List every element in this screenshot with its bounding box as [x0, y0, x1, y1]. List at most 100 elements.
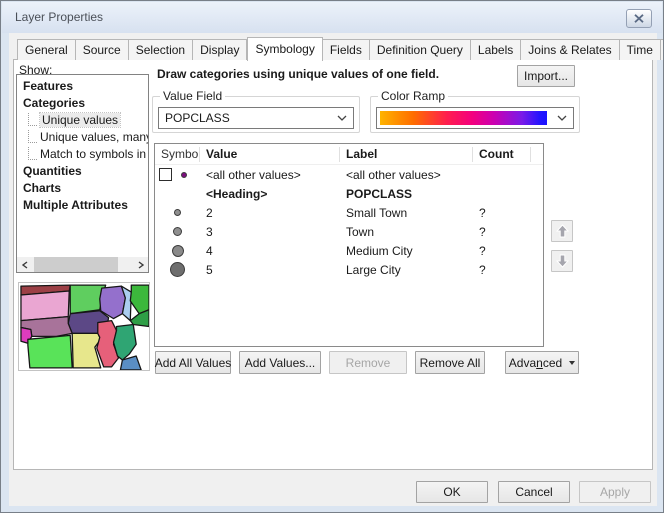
tree-item-categories[interactable]: Categories [17, 95, 148, 112]
table-row[interactable]: 5Large City? [155, 260, 543, 279]
arrow-down-icon [556, 254, 569, 268]
table-row[interactable]: 3Town? [155, 222, 543, 241]
map-state-yellow [72, 333, 101, 367]
import-button[interactable]: Import... [517, 65, 575, 87]
point-symbol-icon [170, 262, 185, 277]
show-tree: Features Categories Unique values Unique va… [17, 78, 148, 214]
tree-item-label: Charts [23, 181, 61, 195]
tab-source[interactable]: Source [76, 39, 129, 60]
tab-joins-relates[interactable]: Joins & Relates [521, 39, 619, 60]
tree-item-label: Categories [23, 96, 85, 110]
close-icon [634, 14, 644, 23]
horizontal-scrollbar[interactable] [17, 257, 148, 272]
value-cell: <all other values> [200, 168, 340, 182]
advanced-button[interactable]: Advanced [505, 351, 579, 374]
tree-item-match-to-symbols-in-a[interactable]: Match to symbols in a [17, 146, 148, 163]
label-cell: Large City [340, 263, 473, 277]
point-symbol-icon [181, 172, 187, 178]
symbol-cell[interactable] [155, 227, 200, 236]
count-cell: ? [473, 263, 531, 277]
ok-button[interactable]: OK [416, 481, 488, 503]
window-title: Layer Properties [15, 10, 103, 24]
tab-definition-query[interactable]: Definition Query [370, 39, 471, 60]
table-row[interactable]: <Heading>POPCLASS [155, 184, 543, 203]
tree-item-label: Quantities [23, 164, 82, 178]
point-symbol-icon [172, 245, 184, 257]
advanced-label-accel: n [536, 356, 543, 370]
value-field-selected-value: POPCLASS [159, 111, 331, 125]
table-row[interactable]: 2Small Town? [155, 203, 543, 222]
count-cell: ? [473, 206, 531, 220]
tab-time[interactable]: Time [620, 39, 661, 60]
tree-item-charts[interactable]: Charts [17, 180, 148, 197]
chevron-down-icon [331, 115, 353, 121]
tree-item-quantities[interactable]: Quantities [17, 163, 148, 180]
symbology-map-preview [18, 282, 150, 371]
add-values-button[interactable]: Add Values... [239, 351, 321, 374]
label-cell: Town [340, 225, 473, 239]
color-ramp-dropdown[interactable] [376, 107, 574, 129]
map-state-teal [114, 325, 137, 360]
add-all-values-button[interactable]: Add All Values [155, 351, 231, 374]
tab-symbology[interactable]: Symbology [247, 37, 322, 61]
arrow-up-icon [556, 224, 569, 238]
scroll-right-icon[interactable] [133, 257, 148, 272]
advanced-label-pre: Adva [509, 356, 536, 370]
tab-selection[interactable]: Selection [129, 39, 193, 60]
remove-all-button[interactable]: Remove All [415, 351, 485, 374]
move-up-button [551, 220, 573, 242]
value-cell: 4 [200, 244, 340, 258]
symbol-cell[interactable] [155, 262, 200, 277]
visibility-checkbox[interactable] [159, 168, 172, 181]
cancel-button[interactable]: Cancel [498, 481, 570, 503]
point-symbol-icon [173, 227, 182, 236]
tree-connector-icon [28, 113, 37, 126]
tree-item-multiple-attributes[interactable]: Multiple Attributes [17, 197, 148, 214]
tree-item-unique-values[interactable]: Unique values [17, 112, 148, 129]
column-header-symbol: Symbol [155, 147, 200, 162]
tree-item-label: Unique values [40, 113, 120, 127]
symbology-tab-page: Show: FeaturesCategoriesUnique valuesUni… [13, 59, 653, 470]
symbol-cell[interactable] [155, 245, 200, 257]
tree-item-unique-values-many[interactable]: Unique values, many [17, 129, 148, 146]
label-cell: POPCLASS [340, 187, 473, 201]
dialog-client-area: Show: FeaturesCategoriesUnique valuesUni… [9, 33, 657, 506]
dropdown-arrow-icon [569, 361, 575, 365]
tab-fields[interactable]: Fields [323, 39, 370, 60]
show-tree-listbox: Features Categories Unique values Unique va… [16, 74, 149, 273]
close-button[interactable] [626, 9, 652, 28]
map-state-spring-green [28, 335, 72, 368]
move-down-button [551, 250, 573, 272]
tab-general[interactable]: General [17, 39, 76, 60]
tree-item-features[interactable]: Features [17, 78, 148, 95]
symbol-cell[interactable] [155, 209, 200, 216]
count-cell: ? [473, 244, 531, 258]
remove-button: Remove [329, 351, 407, 374]
scroll-left-icon[interactable] [17, 257, 32, 272]
table-row[interactable]: <all other values><all other values> [155, 165, 543, 184]
symbology-method-heading: Draw categories using unique values of o… [157, 67, 439, 81]
value-cell: 3 [200, 225, 340, 239]
value-cell: 5 [200, 263, 340, 277]
tree-connector-icon [28, 130, 37, 143]
tab-display[interactable]: Display [193, 39, 247, 60]
tab-labels[interactable]: Labels [471, 39, 521, 60]
tree-item-label: Features [23, 79, 73, 93]
title-bar[interactable]: Layer Properties [2, 2, 662, 33]
column-header-count: Count [473, 147, 531, 162]
map-state-pink [21, 291, 69, 321]
advanced-label-post: ced [543, 356, 562, 370]
tab-bar: GeneralSourceSelectionDisplaySymbologyFi… [17, 36, 664, 60]
color-ramp-group-label: Color Ramp [378, 89, 448, 103]
tree-connector-icon [28, 147, 37, 160]
map-preview-svg [19, 283, 149, 370]
chevron-down-icon [551, 108, 573, 128]
value-cell: <Heading> [200, 187, 340, 201]
scrollbar-thumb[interactable] [34, 257, 118, 272]
symbol-cell[interactable] [155, 168, 200, 181]
count-cell: ? [473, 225, 531, 239]
table-row[interactable]: 4Medium City? [155, 241, 543, 260]
table-body: <all other values><all other values><Hea… [155, 165, 543, 279]
tree-item-label: Match to symbols in a [40, 147, 148, 161]
value-field-dropdown[interactable]: POPCLASS [158, 107, 354, 129]
